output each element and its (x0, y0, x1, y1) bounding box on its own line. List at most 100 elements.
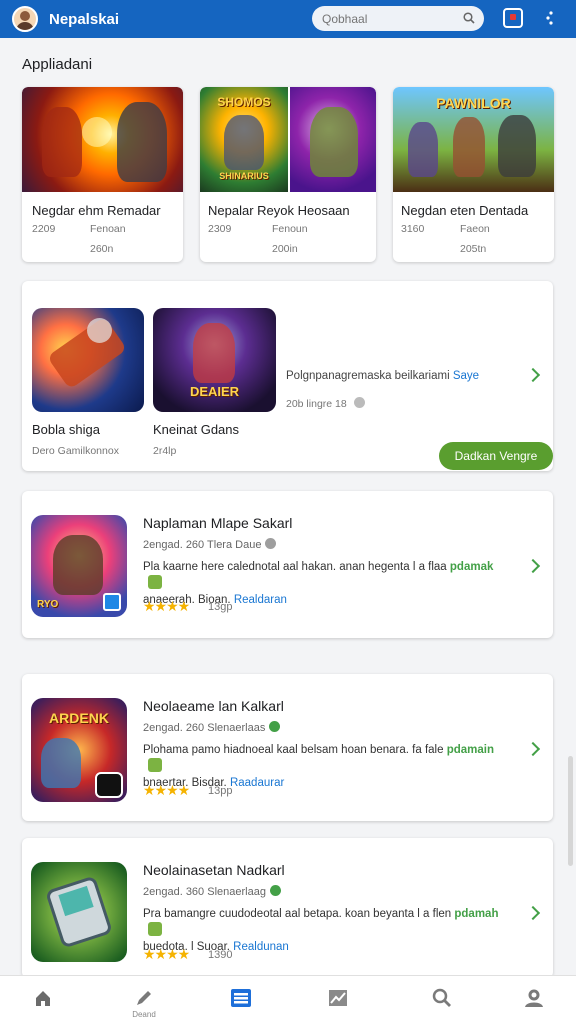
read-more-link[interactable]: Raadaurar (230, 777, 284, 789)
scrollbar[interactable] (568, 756, 573, 866)
promo-art-1[interactable] (32, 308, 144, 412)
nav-account[interactable] (503, 976, 563, 1024)
featured-title: Negdar ehm Remadar (32, 203, 161, 218)
search-icon (432, 988, 451, 1007)
chevron-right-icon[interactable] (527, 559, 537, 573)
read-more-link[interactable]: Realdaran (234, 594, 287, 606)
chart-icon (329, 990, 347, 1006)
nav-write[interactable]: Deand (114, 976, 174, 1024)
app-meta-text: 2engad. 260 Slenaerlaas (143, 722, 266, 734)
home-icon (36, 991, 50, 1006)
app-title: Naplaman Mlape Sakarl (143, 515, 293, 531)
app-title: Nepalskai (49, 10, 120, 28)
promo-desc-link[interactable]: Saye (453, 370, 479, 382)
art-caption: ARDENK (49, 710, 109, 726)
search-box[interactable] (312, 6, 484, 31)
desc-text: Plohama pamo hiadnoeal kaal belsam hoan … (143, 744, 444, 756)
search-icon[interactable] (463, 12, 475, 24)
list-icon (231, 989, 251, 1007)
featured-title: Nepalar Reyok Heosaan (208, 203, 350, 218)
app-meta-text: 2engad. 360 Slenaerlaag (143, 886, 266, 898)
featured-card-2[interactable]: SHOMOS SHINARIUS Nepalar Reyok Heosaan 2… (200, 87, 376, 262)
chevron-right-icon[interactable] (527, 368, 537, 382)
app-row-1[interactable]: RYO Naplaman Mlape Sakarl 2engad. 260 Tl… (22, 491, 553, 638)
featured-art-1 (22, 87, 183, 192)
nav-label: Deand (132, 1010, 156, 1019)
refresh-icon (95, 772, 123, 798)
featured-meta: 2209 (32, 223, 56, 235)
app-icon-1: RYO (31, 515, 127, 617)
verified-icon (269, 721, 281, 732)
app-title: Neolainasetan Nadkarl (143, 862, 285, 878)
promo-item-meta: 2r4lp (153, 445, 177, 457)
tag-icon (148, 575, 162, 589)
info-icon (353, 397, 365, 408)
app-icon-3 (31, 862, 127, 962)
tag-icon (148, 922, 162, 936)
star-rating: ★★★★ (143, 782, 190, 798)
rating-count: 13pp (208, 785, 233, 797)
promo-description: Polgnpanagremaska beilkariami Saye (286, 370, 479, 382)
app-title: Neolaeame lan Kalkarl (143, 698, 284, 714)
app-row-2[interactable]: ARDENK Neolaeame lan Kalkarl 2engad. 260… (22, 674, 553, 821)
featured-meta: 205tn (460, 243, 487, 255)
chevron-right-icon[interactable] (527, 742, 537, 756)
featured-meta: 3160 (401, 223, 425, 235)
featured-meta: Faeon (460, 223, 490, 235)
art-caption: PAWNILOR (436, 95, 511, 111)
account-icon (525, 989, 543, 1007)
rating-count: 1390 (208, 949, 233, 961)
art-caption: SHOMOS (217, 95, 271, 109)
verified-icon (269, 885, 281, 896)
app-description: Pra bamangre cuudodeotal aal betapa. koa… (143, 906, 503, 955)
cta-button[interactable]: Dadkan Vengre (439, 442, 553, 470)
nav-stats[interactable] (308, 976, 368, 1024)
app-meta: 2engad. 260 Tlera Daue (143, 538, 277, 551)
app-meta: 2engad. 260 Slenaerlaas (143, 721, 281, 734)
avatar[interactable] (12, 6, 38, 32)
promo-meta-text: 20b lingre 18 (286, 398, 347, 410)
desc-tag[interactable]: pdamak (450, 561, 493, 573)
search-input[interactable] (322, 11, 452, 26)
desc-tag[interactable]: pdamah (454, 908, 498, 920)
star-rating: ★★★★ (143, 598, 190, 614)
rating-count: 13gp (208, 601, 233, 613)
featured-art-3: PAWNILOR (393, 87, 554, 192)
featured-meta: Fenoan (90, 223, 126, 235)
verified-icon (265, 538, 277, 549)
featured-card-3[interactable]: PAWNILOR Negdan eten Dentada 3160 Faeon … (393, 87, 554, 262)
desc-text: Pla kaarne here calednotal aal hakan. an… (143, 561, 447, 573)
featured-meta: 260n (90, 243, 114, 255)
app-row-3[interactable]: Neolainasetan Nadkarl 2engad. 360 Slenae… (22, 838, 553, 978)
badge-icon (103, 593, 121, 611)
nav-home[interactable] (13, 976, 73, 1024)
nav-list[interactable] (210, 976, 270, 1024)
art-caption: SHINARIUS (219, 171, 269, 181)
featured-card-1[interactable]: Negdar ehm Remadar 2209 Fenoan 260n (22, 87, 183, 262)
promo-meta: 20b lingre 18 (286, 397, 365, 410)
app-meta: 2engad. 360 Slenaerlaag (143, 885, 281, 898)
top-app-bar: Nepalskai (0, 0, 576, 38)
notifications-icon[interactable] (503, 8, 523, 28)
promo-art-2[interactable]: DEAIER (153, 308, 276, 412)
featured-art-2b (290, 87, 376, 192)
promo-item-meta: Dero Gamilkonnox (32, 445, 119, 457)
more-options-icon[interactable] (545, 10, 557, 26)
app-description: Pla kaarne here calednotal aal hakan. an… (143, 559, 503, 608)
promo-item-title: Kneinat Gdans (153, 422, 240, 437)
featured-meta: 2309 (208, 223, 232, 235)
desc-tag[interactable]: pdamain (447, 744, 494, 756)
tag-icon (148, 758, 162, 772)
nav-search[interactable] (412, 976, 472, 1024)
promo-desc-text: Polgnpanagremaska beilkariami (286, 370, 450, 382)
section-title: Appliadani (22, 56, 93, 73)
pen-icon (137, 991, 151, 1005)
featured-meta: Fenoun (272, 223, 308, 235)
desc-text: Pra bamangre cuudodeotal aal betapa. koa… (143, 908, 452, 920)
bottom-navigation: Deand (0, 975, 576, 1024)
star-rating: ★★★★ (143, 946, 190, 962)
read-more-link[interactable]: Realdunan (233, 941, 289, 953)
app-description: Plohama pamo hiadnoeal kaal belsam hoan … (143, 742, 503, 791)
chevron-right-icon[interactable] (527, 906, 537, 920)
art-caption: DEAIER (189, 384, 240, 399)
